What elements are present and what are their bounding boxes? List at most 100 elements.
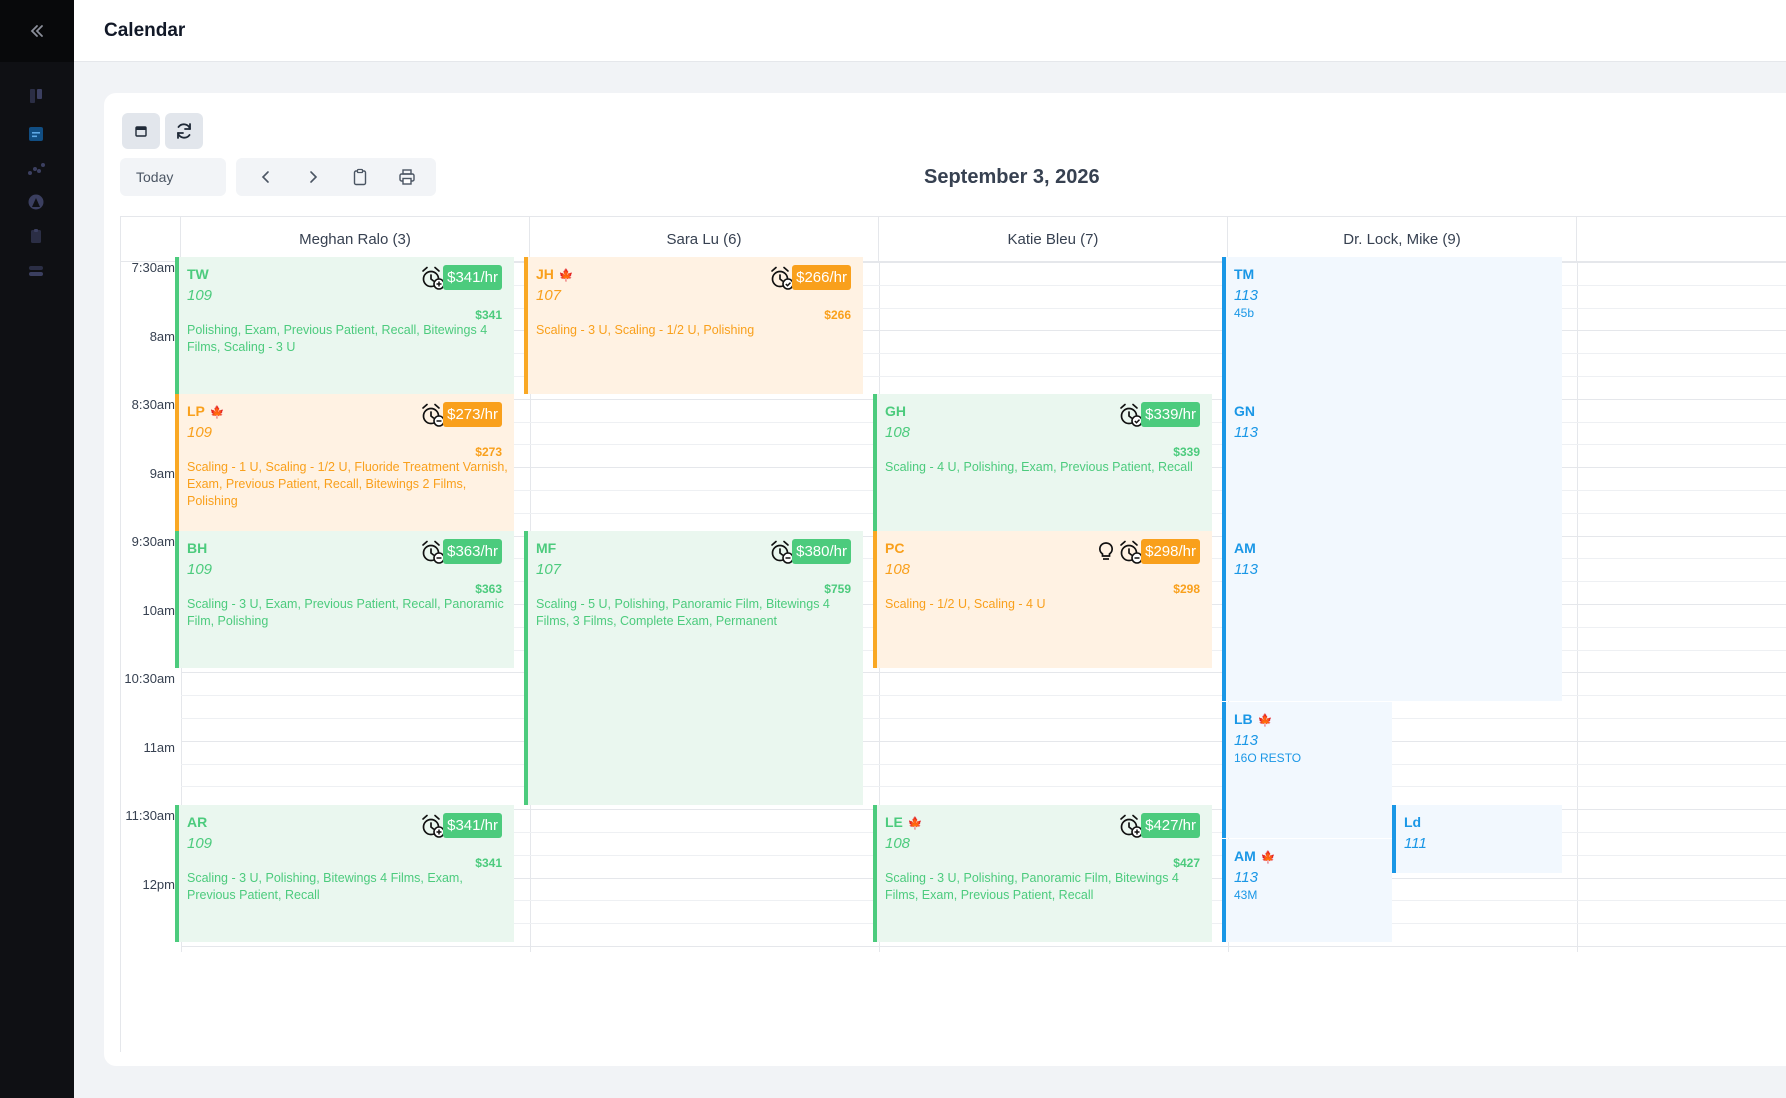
appointment-amount: $339 [1173,445,1200,459]
grid-line [181,764,1786,765]
refresh-button[interactable] [165,113,203,149]
appointment-card[interactable]: GN 113 [1222,394,1562,531]
clipboard-icon [353,168,366,186]
time-label: 8am [149,329,175,344]
sidebar [0,0,74,1098]
patient-initials: AR [187,814,208,830]
hourly-rate-badge: $363/hr [443,539,502,564]
room-number: 111 [1404,835,1427,852]
appointment-note: 16O RESTO [1234,751,1302,765]
maple-leaf-icon: 🍁 [907,816,923,830]
appointment-card[interactable]: PC 108 $298/hr $298 Scaling - 1/2 U, Sca… [873,531,1212,668]
appointment-card[interactable]: BH 109 $363/hr $363 Scaling - 3 U, Exam,… [175,531,514,668]
hourly-rate-badge: $427/hr [1141,813,1200,838]
analytics-icon[interactable] [26,159,46,179]
patient-initials: TM [1234,266,1255,282]
appointment-card[interactable]: MF 107 $380/hr $759 Scaling - 5 U, Polis… [524,531,863,805]
today-button[interactable]: Today [120,158,226,196]
column-header-next [1577,217,1786,262]
collapse-sidebar-icon[interactable] [0,0,74,62]
column-header-dr-lock-mike[interactable]: Dr. Lock, Mike (9) [1228,217,1577,262]
alarm-check-icon [771,266,794,290]
appointment-card[interactable]: GH 108 $339/hr $339 Scaling - 4 U, Polis… [873,394,1212,531]
patient-initials: LP 🍁 [187,403,225,419]
grid-line [181,741,1786,742]
room-number: 113 [1234,287,1258,304]
appointment-card[interactable]: LP 🍁 109 $273/hr $273 Scaling - 1 U, Scal… [175,394,514,531]
room-number: 109 [187,424,213,441]
clipboard-icon[interactable] [26,226,46,246]
time-label: 10:30am [124,671,175,686]
appointment-card[interactable]: LE 🍁 108 $427/hr $427 Scaling - 3 U, Poli… [873,805,1212,942]
appointment-card[interactable]: Ld 111 [1392,805,1562,873]
prev-day-button[interactable] [251,162,281,192]
column-header-sara-lu[interactable]: Sara Lu (6) [530,217,879,262]
chevron-right-icon [309,171,317,183]
procedure-list: Scaling - 3 U, Exam, Previous Patient, R… [187,597,504,628]
time-label: 7:30am [131,260,175,275]
calendar-view-button[interactable] [122,113,160,149]
maple-leaf-icon: 🍁 [558,268,574,282]
next-day-button[interactable] [298,162,328,192]
clipboard-button[interactable] [345,162,375,192]
appointment-card[interactable]: TM 113 45b [1222,257,1562,394]
hourly-rate-badge: $298/hr [1141,539,1200,564]
top-header: Calendar [74,0,1786,62]
appointment-amount: $273 [475,445,502,459]
appointment-amount: $427 [1173,856,1200,870]
appointment-card[interactable]: AM 113 [1222,531,1562,701]
room-number: 113 [1234,561,1258,578]
time-label: 12pm [142,877,175,892]
refresh-icon [177,123,191,139]
grid-line [181,718,1786,719]
room-number: 113 [1234,732,1258,749]
room-number: 109 [187,835,213,852]
patient-initials: LE 🍁 [885,814,923,830]
alarm-add-icon [1120,814,1143,838]
room-number: 107 [536,561,562,578]
appointment-card[interactable]: AR 109 $341/hr $341 Scaling - 3 U, Polis… [175,805,514,942]
patients-icon[interactable] [26,192,46,212]
alarm-remove-icon [1120,540,1143,564]
lightbulb-icon [1098,542,1114,560]
patient-initials: JH 🍁 [536,266,574,282]
patient-initials: MF [536,540,557,556]
print-button[interactable] [392,162,422,192]
time-label: 11am [143,740,175,755]
patient-initials: GN [1234,403,1255,419]
room-number: 109 [187,287,213,304]
procedure-list: Scaling - 1 U, Scaling - 1/2 U, Fluoride… [187,460,508,508]
calendar-icon[interactable] [26,124,46,144]
procedure-list: Scaling - 1/2 U, Scaling - 4 U [885,597,1046,611]
time-label: 10am [142,603,175,618]
maple-leaf-icon: 🍁 [1260,850,1276,864]
appointment-card[interactable]: AM 🍁 113 43M [1222,839,1392,942]
alarm-remove-icon [771,540,794,564]
time-label: 9am [149,466,175,481]
date-nav-group [236,158,436,196]
room-number: 109 [187,561,213,578]
dashboard-icon[interactable] [26,86,46,106]
alarm-add-icon [422,814,445,838]
patient-initials: TW [187,266,209,282]
procedure-list: Scaling - 3 U, Polishing, Panoramic Film… [885,871,1179,902]
calendar-small-icon [135,126,147,137]
column-header-meghan-ralo[interactable]: Meghan Ralo (3) [181,217,530,262]
chevron-left-icon [261,171,269,183]
hourly-rate-badge: $266/hr [792,265,851,290]
hourly-rate-badge: $273/hr [443,402,502,427]
hourly-rate-badge: $341/hr [443,813,502,838]
appointment-card[interactable]: TW 109 $341/hr $341 Polishing, Exam, Pre… [175,257,514,394]
appointment-amount: $341 [475,856,502,870]
hourly-rate-badge: $341/hr [443,265,502,290]
patient-initials: Ld [1404,814,1422,830]
appointment-card[interactable]: LB 🍁 113 16O RESTO [1222,702,1392,838]
alarm-remove-icon [422,540,445,564]
room-number: 108 [885,424,911,441]
room-number: 108 [885,835,911,852]
settings-icon[interactable] [26,261,46,281]
column-header-katie-bleu[interactable]: Katie Bleu (7) [879,217,1228,262]
appointment-card[interactable]: JH 🍁 107 $266/hr $266 Scaling - 3 U, Scal… [524,257,863,394]
appointment-note: 45b [1234,306,1255,320]
hourly-rate-badge: $380/hr [792,539,851,564]
